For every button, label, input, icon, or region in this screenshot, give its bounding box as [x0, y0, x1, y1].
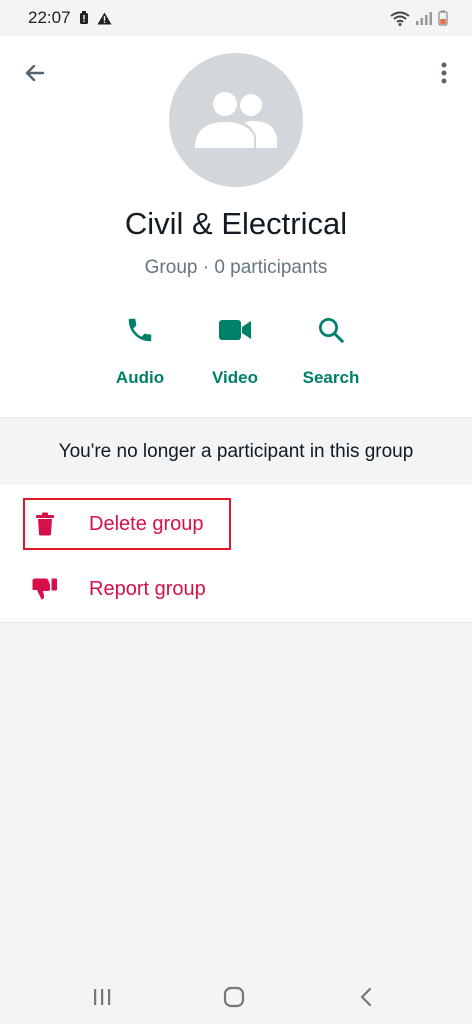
- audio-call-button[interactable]: Audio: [95, 312, 185, 392]
- group-avatar-icon: [195, 92, 277, 148]
- group-avatar[interactable]: [169, 53, 303, 187]
- signal-icon: [415, 11, 433, 25]
- report-group-button[interactable]: Report group: [0, 560, 472, 618]
- group-subtitle: Group · 0 participants: [144, 257, 328, 278]
- status-bar: 22:07: [0, 0, 472, 36]
- recent-apps-icon: [94, 989, 111, 1005]
- delete-group-button[interactable]: Delete group: [0, 495, 472, 553]
- action-buttons: Audio Video Search: [0, 312, 472, 392]
- status-left: 22:07: [28, 8, 112, 28]
- delete-group-label: Delete group: [89, 512, 204, 535]
- group-name: Civil & Electrical: [124, 206, 348, 241]
- phone-icon: [125, 312, 155, 348]
- battery-icon: [438, 10, 448, 26]
- video-camera-icon: [218, 312, 252, 348]
- status-time: 22:07: [28, 8, 71, 27]
- back-button[interactable]: [18, 56, 52, 90]
- recent-apps-button[interactable]: [82, 982, 122, 1012]
- search-button[interactable]: Search: [286, 312, 376, 392]
- back-nav-icon: [360, 987, 372, 1007]
- more-vertical-icon: [441, 62, 447, 84]
- battery-saver-icon: [79, 11, 89, 25]
- video-call-button[interactable]: Video: [190, 312, 280, 392]
- search-label: Search: [302, 368, 360, 387]
- arrow-left-icon: [25, 64, 45, 82]
- system-nav-bar: [0, 970, 472, 1024]
- wifi-icon: [390, 11, 410, 26]
- back-nav-button[interactable]: [346, 982, 386, 1012]
- audio-label: Audio: [115, 368, 165, 387]
- group-info-header: Civil & Electrical Group · 0 participant…: [0, 36, 472, 418]
- home-button[interactable]: [214, 982, 254, 1012]
- thumbs-down-icon: [32, 576, 58, 602]
- report-group-label: Report group: [89, 577, 206, 600]
- video-label: Video: [212, 368, 258, 387]
- status-right: [390, 10, 448, 26]
- warning-icon: [97, 12, 112, 25]
- home-icon: [223, 986, 245, 1008]
- group-options: Delete group Report group: [0, 485, 472, 623]
- more-options-button[interactable]: [432, 56, 456, 90]
- search-icon: [316, 312, 346, 348]
- participant-notice: You're no longer a participant in this g…: [0, 419, 472, 485]
- trash-icon: [32, 511, 58, 537]
